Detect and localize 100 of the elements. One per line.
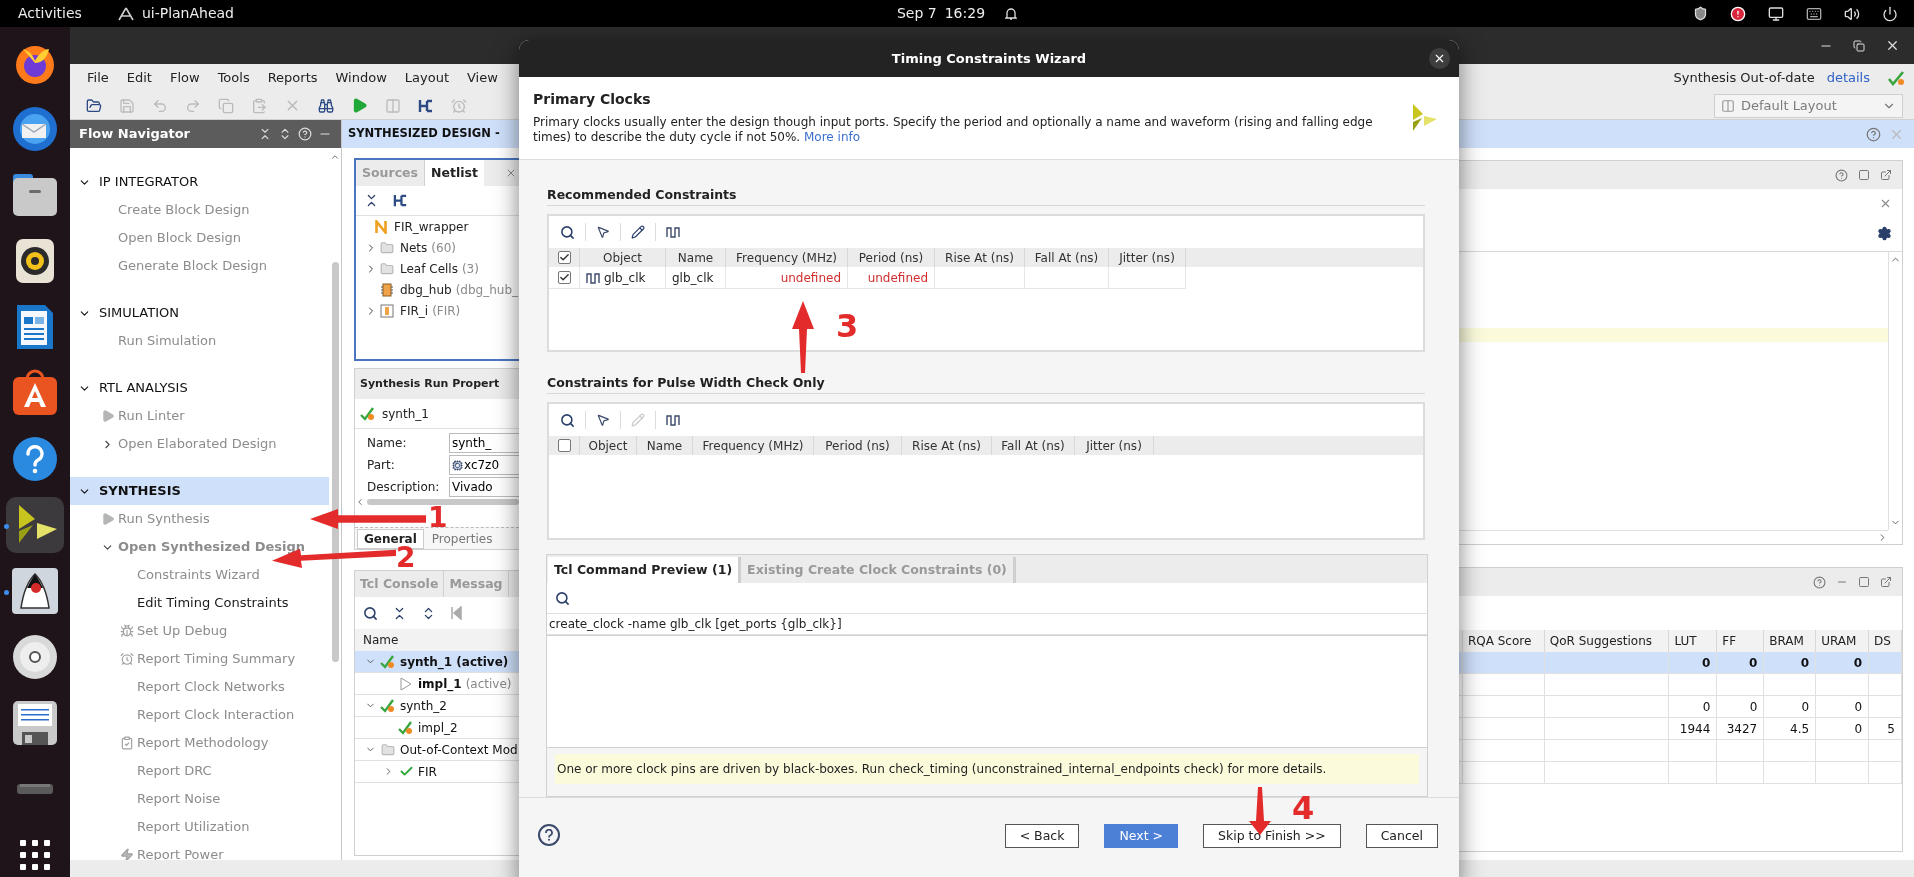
- tree-item-detail: (dbg_hub_: [455, 281, 519, 299]
- dialog-heading: Primary Clocks: [533, 90, 652, 109]
- scroll-up-icon[interactable]: [330, 152, 340, 162]
- speaker-icon[interactable]: [15, 238, 55, 284]
- table-cell-text: 0: [1854, 698, 1863, 716]
- column-header: QoR Suggestions: [1549, 633, 1653, 650]
- tab[interactable]: Tcl Command Preview (1): [548, 557, 742, 583]
- dialog-button[interactable]: < Back: [1004, 824, 1080, 848]
- mascot-icon[interactable]: [12, 568, 58, 614]
- run-name[interactable]: synth_2: [400, 696, 447, 715]
- power-icon[interactable]: [1882, 5, 1898, 22]
- date-text[interactable]: Sep 7: [896, 3, 937, 24]
- cell-text: glb_clk: [604, 269, 646, 287]
- column-header: URAM: [1821, 633, 1857, 650]
- close-icon: [1433, 52, 1446, 65]
- store-icon[interactable]: [12, 369, 58, 417]
- run-icon[interactable]: [351, 97, 368, 114]
- alert-icon[interactable]: [1730, 5, 1746, 22]
- menu-item[interactable]: Edit: [117, 68, 161, 88]
- help-icon[interactable]: [12, 436, 58, 482]
- nav-section-header[interactable]: IP INTEGRATOR: [70, 168, 329, 196]
- section-title: Constraints for Pulse Width Check Only: [547, 374, 1425, 394]
- column-header: Name: [637, 436, 693, 455]
- shield-icon[interactable]: [1693, 6, 1708, 21]
- cursor-icon[interactable]: [596, 225, 610, 239]
- search-icon[interactable]: [363, 605, 378, 621]
- description: Primary clocks usually enter the design though input ports. Specify the period and optionally a name and waveform (rising and falling edge times) to describe the duty cycle if not 50%. More info: [533, 115, 1374, 145]
- edit-icon[interactable]: [631, 225, 645, 239]
- cursor-icon[interactable]: [596, 413, 610, 427]
- column-header: Name: [666, 248, 726, 267]
- maximize-icon[interactable]: [1858, 576, 1870, 588]
- more-info-link[interactable]: More info: [804, 130, 861, 144]
- document-icon[interactable]: [15, 303, 55, 351]
- restore-icon[interactable]: [1853, 39, 1865, 52]
- app-name[interactable]: ui-PlanAhead: [141, 3, 234, 24]
- tree-item[interactable]: Leaf Cells: [400, 259, 458, 278]
- dialog-button[interactable]: Skip to Finish >>: [1203, 824, 1341, 848]
- disc-icon[interactable]: [12, 634, 58, 680]
- checkbox[interactable]: [557, 271, 571, 284]
- tree-item[interactable]: FIR_i: [400, 301, 429, 320]
- run-name[interactable]: Out-of-Context Mod: [400, 740, 518, 759]
- folder-icon[interactable]: [12, 173, 58, 217]
- float-icon[interactable]: [1880, 576, 1892, 588]
- close-icon[interactable]: [1885, 38, 1900, 53]
- nav-section-header[interactable]: RTL ANALYSIS: [70, 374, 329, 402]
- nav-section-header[interactable]: SIMULATION: [70, 299, 329, 327]
- open-icon[interactable]: [86, 97, 102, 114]
- schematic-icon[interactable]: [418, 97, 434, 114]
- float-icon[interactable]: [1880, 169, 1892, 181]
- binoculars-icon[interactable]: [318, 97, 334, 114]
- tab[interactable]: Netlist: [425, 160, 484, 186]
- app-grid-icon[interactable]: [20, 840, 50, 870]
- scrollbar-thumb[interactable]: [367, 499, 519, 505]
- table-cell-text: 0: [1748, 654, 1758, 672]
- run-name[interactable]: impl_1: [418, 674, 462, 693]
- drive-icon[interactable]: [16, 782, 54, 796]
- scroll-left-icon[interactable]: [355, 497, 365, 507]
- help-button[interactable]: [538, 824, 560, 846]
- scrollbar-thumb[interactable]: [331, 262, 339, 662]
- details-link[interactable]: details: [1826, 68, 1870, 88]
- nav-section-header[interactable]: SYNTHESIS: [70, 477, 329, 505]
- run-name[interactable]: impl_2: [418, 718, 458, 737]
- run-detail: (active): [465, 675, 512, 693]
- dialog-button[interactable]: Cancel: [1365, 824, 1438, 848]
- schematic-icon[interactable]: [393, 193, 408, 208]
- collapse-all-icon[interactable]: [258, 127, 272, 141]
- menu-item[interactable]: Window: [326, 68, 396, 88]
- time-text[interactable]: 16:29: [944, 3, 986, 24]
- menu-item[interactable]: View: [458, 68, 507, 88]
- menu-item[interactable]: Reports: [258, 68, 327, 88]
- mail-icon[interactable]: [10, 104, 60, 154]
- close-button[interactable]: [1429, 48, 1450, 69]
- search-icon[interactable]: [555, 590, 570, 606]
- keyboard-icon[interactable]: [1806, 5, 1822, 22]
- search-icon[interactable]: [560, 224, 575, 240]
- floppy-icon[interactable]: [12, 700, 58, 746]
- volume-icon[interactable]: [1844, 5, 1860, 22]
- checkbox[interactable]: [557, 439, 571, 452]
- dialog-button[interactable]: Next >: [1104, 824, 1179, 848]
- settings-icon[interactable]: [1877, 226, 1892, 241]
- layout-select[interactable]: Default Layout: [1714, 93, 1903, 118]
- menu-item[interactable]: Layout: [395, 68, 458, 88]
- table-cell-text: 0: [1854, 720, 1863, 738]
- tree-item[interactable]: FIR_wrapper: [394, 217, 469, 236]
- tree-item[interactable]: dbg_hub: [400, 280, 452, 299]
- tree-item[interactable]: Nets: [400, 238, 428, 257]
- tab[interactable]: Properties: [425, 528, 499, 549]
- activities-button[interactable]: Activities: [18, 3, 82, 24]
- maximize-icon[interactable]: [1858, 169, 1870, 181]
- checkbox[interactable]: [557, 251, 571, 264]
- menu-item[interactable]: Flow: [160, 68, 209, 88]
- screen-icon[interactable]: [1768, 5, 1784, 22]
- search-icon[interactable]: [560, 412, 575, 428]
- menu-item[interactable]: Tools: [208, 68, 259, 88]
- warning-message: One or more clock pins are driven by black-boxes. Run check_timing (unconstrained_internal_endpoints check) for more details.: [555, 754, 1419, 784]
- input-field[interactable]: xc7z0: [449, 455, 519, 475]
- run-name[interactable]: FIR: [418, 762, 437, 781]
- dialog-title: Timing Constraints Wizard: [891, 49, 1087, 68]
- menu-item[interactable]: File: [78, 68, 118, 88]
- play-icon: [100, 409, 115, 423]
